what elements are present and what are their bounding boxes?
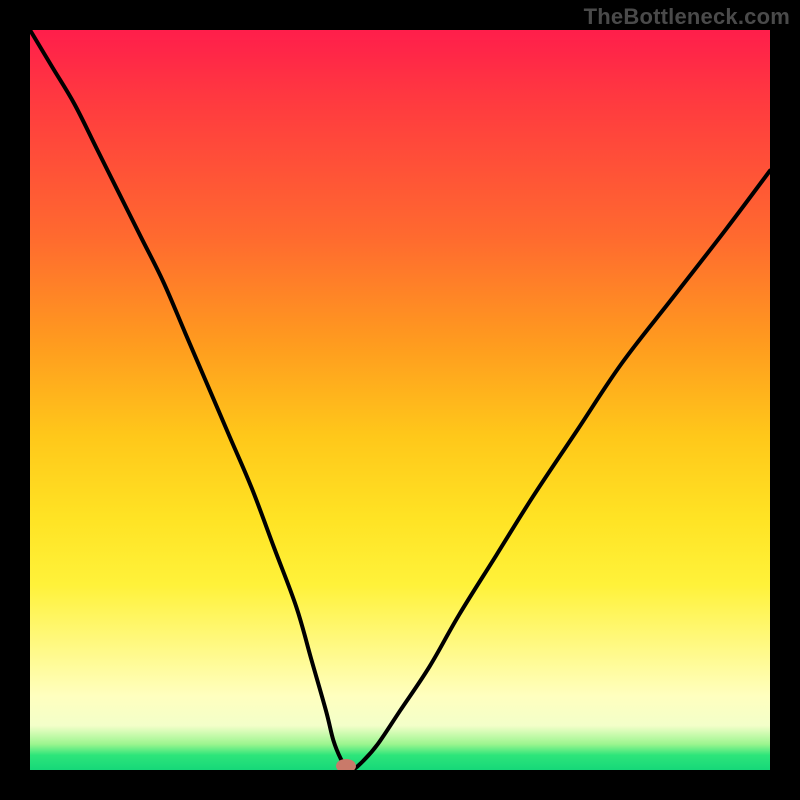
plot-area bbox=[30, 30, 770, 770]
chart-frame: TheBottleneck.com bbox=[0, 0, 800, 800]
curve-path bbox=[30, 30, 770, 770]
minimum-marker bbox=[336, 759, 356, 770]
curve-svg bbox=[30, 30, 770, 770]
watermark-text: TheBottleneck.com bbox=[584, 4, 790, 30]
